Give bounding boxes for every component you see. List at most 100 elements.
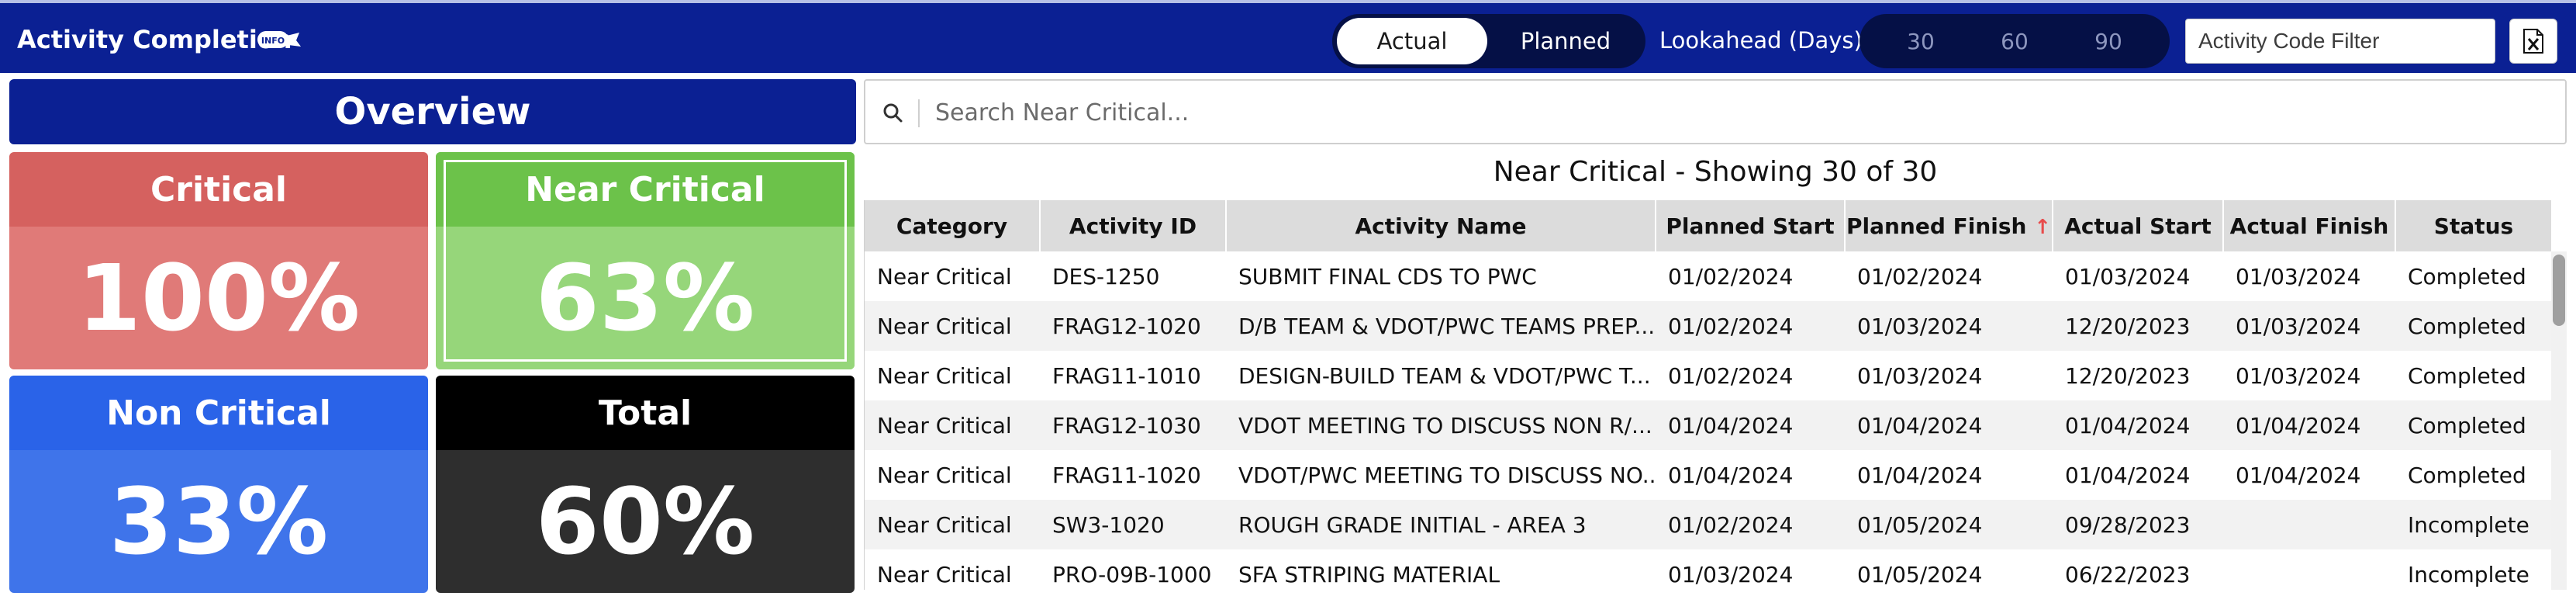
search-box	[864, 79, 2567, 144]
cell-actual-finish: 01/04/2024	[2223, 450, 2395, 500]
cell-status: Incomplete	[2395, 549, 2552, 590]
table-row[interactable]: Near Critical FRAG11-1020 VDOT/PWC MEETI…	[865, 450, 2552, 500]
table-header-row: Category Activity ID Activity Name Plann…	[865, 200, 2553, 251]
toggle-actual[interactable]: Actual	[1337, 18, 1487, 64]
cell-activity-name: VDOT MEETING TO DISCUSS NON R/...	[1226, 400, 1656, 450]
cell-activity-id: FRAG12-1020	[1040, 301, 1226, 351]
cell-planned-finish: 01/03/2024	[1845, 301, 2053, 351]
cell-status: Completed	[2395, 450, 2552, 500]
cell-planned-start: 01/02/2024	[1656, 301, 1845, 351]
table-row[interactable]: Near Critical PRO-09B-1000 SFA STRIPING …	[865, 549, 2552, 590]
card-label: Total	[436, 376, 855, 450]
app-title: Activity Completion	[17, 25, 292, 54]
table-row[interactable]: Near Critical DES-1250 SUBMIT FINAL CDS …	[865, 251, 2552, 301]
activity-code-filter-input[interactable]	[2185, 19, 2495, 64]
cell-actual-start: 09/28/2023	[2053, 500, 2223, 549]
cell-category: Near Critical	[865, 251, 1040, 301]
cell-planned-start: 01/02/2024	[1656, 251, 1845, 301]
cell-actual-finish	[2223, 549, 2395, 590]
column-header-actual-start[interactable]: Actual Start	[2053, 200, 2224, 251]
cell-activity-name: VDOT/PWC MEETING TO DISCUSS NO...	[1226, 450, 1656, 500]
card-value: 33%	[9, 450, 428, 593]
total-card[interactable]: Total 60%	[436, 376, 855, 593]
table-scrollbar-thumb[interactable]	[2553, 255, 2565, 326]
lookahead-selector: 30 60 90	[1859, 14, 2170, 68]
column-header-activity-name[interactable]: Activity Name	[1226, 200, 1656, 251]
critical-card[interactable]: Critical 100%	[9, 152, 428, 369]
cell-activity-id: FRAG11-1020	[1040, 450, 1226, 500]
table-row[interactable]: Near Critical FRAG12-1030 VDOT MEETING T…	[865, 400, 2552, 450]
column-header-actual-finish[interactable]: Actual Finish	[2223, 200, 2396, 251]
cell-status: Completed	[2395, 251, 2552, 301]
table-row[interactable]: Near Critical SW3-1020 ROUGH GRADE INITI…	[865, 500, 2552, 549]
cell-planned-finish: 01/04/2024	[1845, 400, 2053, 450]
cell-category: Near Critical	[865, 500, 1040, 549]
non-critical-card[interactable]: Non Critical 33%	[9, 376, 428, 593]
top-bar: Activity Completion INFO Actual Planned …	[0, 0, 2576, 73]
column-header-category[interactable]: Category	[865, 200, 1041, 251]
lookahead-option-30[interactable]: 30	[1878, 14, 1963, 68]
cell-activity-name: SUBMIT FINAL CDS TO PWC	[1226, 251, 1656, 301]
search-divider	[918, 99, 920, 127]
card-label: Critical	[9, 152, 428, 227]
lookahead-label: Lookahead (Days):	[1659, 27, 1870, 54]
export-excel-button[interactable]	[2509, 19, 2557, 64]
cell-actual-finish: 01/03/2024	[2223, 351, 2395, 400]
cell-actual-start: 12/20/2023	[2053, 351, 2223, 400]
cell-actual-finish	[2223, 500, 2395, 549]
cell-activity-id: DES-1250	[1040, 251, 1226, 301]
cell-actual-start: 06/22/2023	[2053, 549, 2223, 590]
cell-actual-start: 01/04/2024	[2053, 400, 2223, 450]
cell-actual-start: 01/03/2024	[2053, 251, 2223, 301]
info-icon[interactable]: INFO	[256, 28, 304, 53]
cell-planned-finish: 01/03/2024	[1845, 351, 2053, 400]
column-header-status[interactable]: Status	[2395, 200, 2553, 251]
card-label: Non Critical	[9, 376, 428, 450]
table-row[interactable]: Near Critical FRAG11-1010 DESIGN-BUILD T…	[865, 351, 2552, 400]
cell-status: Completed	[2395, 400, 2552, 450]
near-critical-card[interactable]: Near Critical 63%	[436, 152, 855, 369]
cell-activity-name: ROUGH GRADE INITIAL - AREA 3	[1226, 500, 1656, 549]
cell-status: Completed	[2395, 301, 2552, 351]
lookahead-option-60[interactable]: 60	[1972, 14, 2057, 68]
table-caption: Near Critical - Showing 30 of 30	[1493, 156, 1938, 188]
sort-ascending-icon: ↑	[2034, 215, 2052, 239]
cell-actual-start: 01/04/2024	[2053, 450, 2223, 500]
cell-planned-start: 01/02/2024	[1656, 500, 1845, 549]
column-header-planned-start[interactable]: Planned Start	[1656, 200, 1846, 251]
cell-planned-start: 01/04/2024	[1656, 450, 1845, 500]
cell-status: Completed	[2395, 351, 2552, 400]
cell-planned-start: 01/04/2024	[1656, 400, 1845, 450]
cell-planned-start: 01/03/2024	[1656, 549, 1845, 590]
cell-actual-finish: 01/03/2024	[2223, 301, 2395, 351]
cell-category: Near Critical	[865, 351, 1040, 400]
column-header-label: Planned Finish	[1846, 213, 2027, 239]
cell-planned-start: 01/02/2024	[1656, 351, 1845, 400]
cell-status: Incomplete	[2395, 500, 2552, 549]
cell-category: Near Critical	[865, 301, 1040, 351]
excel-export-icon	[2523, 29, 2543, 54]
lookahead-option-90[interactable]: 90	[2066, 14, 2151, 68]
search-input[interactable]	[934, 87, 2550, 138]
toggle-planned[interactable]: Planned	[1490, 18, 1641, 64]
activity-table: Category Activity ID Activity Name Plann…	[864, 200, 2567, 590]
actual-planned-toggle: Actual Planned	[1332, 14, 1645, 68]
cell-planned-finish: 01/04/2024	[1845, 450, 2053, 500]
cell-activity-id: FRAG12-1030	[1040, 400, 1226, 450]
cell-activity-id: PRO-09B-1000	[1040, 549, 1226, 590]
cell-activity-name: D/B TEAM & VDOT/PWC TEAMS PREP...	[1226, 301, 1656, 351]
cell-planned-finish: 01/02/2024	[1845, 251, 2053, 301]
cell-activity-name: DESIGN-BUILD TEAM & VDOT/PWC T...	[1226, 351, 1656, 400]
cell-activity-id: SW3-1020	[1040, 500, 1226, 549]
card-value: 100%	[9, 227, 428, 369]
card-label: Near Critical	[436, 152, 855, 227]
cell-actual-start: 12/20/2023	[2053, 301, 2223, 351]
table-row[interactable]: Near Critical FRAG12-1020 D/B TEAM & VDO…	[865, 301, 2552, 351]
cell-activity-id: FRAG11-1010	[1040, 351, 1226, 400]
column-header-planned-finish[interactable]: Planned Finish ↑	[1845, 200, 2053, 251]
cell-category: Near Critical	[865, 450, 1040, 500]
svg-text:INFO: INFO	[261, 36, 285, 46]
cell-planned-finish: 01/05/2024	[1845, 500, 2053, 549]
cell-planned-finish: 01/05/2024	[1845, 549, 2053, 590]
column-header-activity-id[interactable]: Activity ID	[1040, 200, 1227, 251]
